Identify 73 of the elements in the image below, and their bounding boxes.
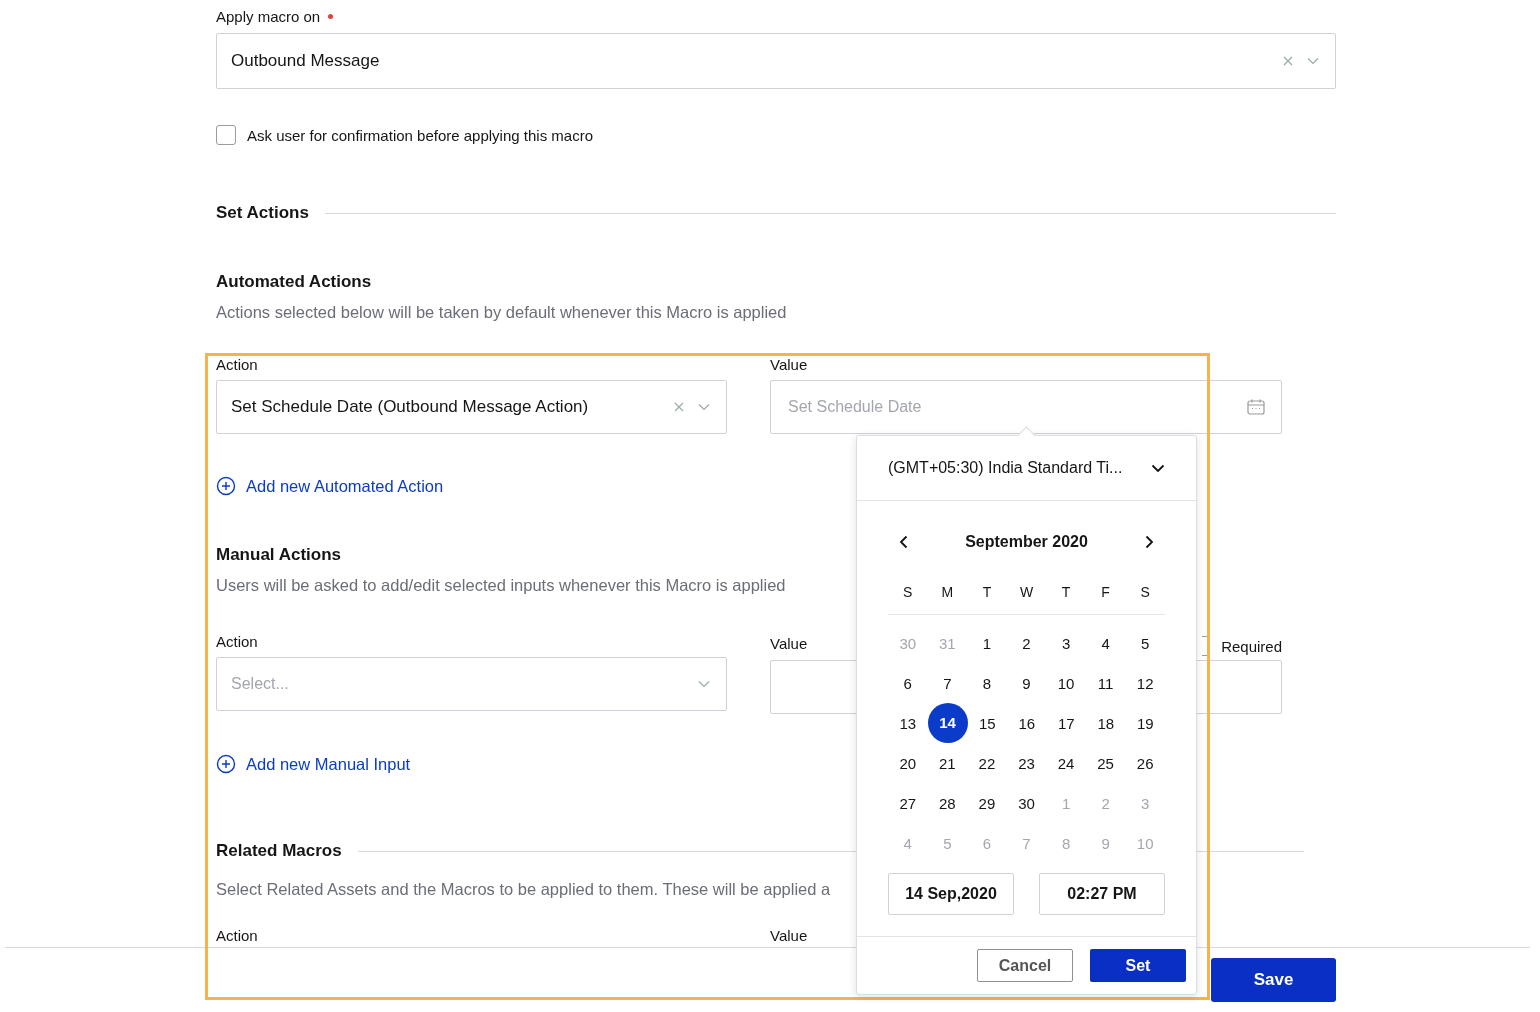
select-field[interactable]: Set Schedule Date (Outbound Message Action) [216,380,727,434]
calendar-day[interactable]: 21 [937,754,958,772]
checkbox-label: Ask user for confirmation before applying this macro [247,126,593,144]
weekday-label: S [1140,584,1150,600]
select-field[interactable]: Outbound Message [216,33,1336,89]
weekday-label: T [1061,584,1071,600]
calendar-day[interactable]: 23 [1016,754,1037,772]
section-heading: Related Macros [216,841,342,861]
calendar-day[interactable]: 7 [937,674,958,692]
chevron-down-icon[interactable] [1151,463,1165,473]
calendar-day[interactable]: 29 [976,794,997,812]
field-label: Action [216,356,259,373]
weekday-label: S [903,584,913,600]
plus-circle-icon[interactable] [216,476,236,496]
plus-circle-icon[interactable] [216,754,236,774]
calendar-day[interactable]: 3 [1056,634,1077,652]
calendar-day[interactable]: 5 [1135,634,1156,652]
calendar-day[interactable]: 12 [1135,674,1156,692]
weekday-label: W [1019,584,1034,600]
calendar-day[interactable]: 27 [897,794,918,812]
section-description: Actions selected below will be taken by default whenever this Macro is applied [216,303,787,322]
field-label: Action [216,927,258,944]
weekday-label: M [941,584,954,600]
calendar-day[interactable]: 1 [976,634,997,652]
section-description: Select Related Assets and the Macros to be applied to them. These will be applied a [216,880,831,899]
section-description: Users will be asked to add/edit selected inputs whenever this Macro is applied [216,576,786,595]
calendar-day[interactable]: 19 [1135,714,1156,732]
timezone-dropdown[interactable]: (GMT+05:30) India Standard Ti... [857,436,1196,501]
calendar-day[interactable]: 13 [897,714,918,732]
calendar-day[interactable]: 10 [1056,674,1077,692]
next-month-icon[interactable] [1145,535,1154,549]
calendar-day[interactable]: 18 [1095,714,1116,732]
add-action-link[interactable]: Add new Automated Action [216,476,444,496]
field-label: Value [770,634,808,652]
clear-icon[interactable] [1283,56,1293,66]
cancel-button[interactable]: Cancel [977,949,1073,982]
weekday-label: T [982,584,992,600]
calendar-day[interactable]: 9 [1016,674,1037,692]
month-title: September 2020 [965,533,1088,551]
weekday-label: F [1101,584,1110,600]
previous-month-icon[interactable] [899,535,908,549]
calendar-day[interactable]: 15 [977,714,998,732]
calendar-day[interactable]: 22 [976,754,997,772]
calendar-day[interactable]: 26 [1135,754,1156,772]
calendar-day[interactable]: 25 [1095,754,1116,772]
time-input[interactable]: 02:27 PM [1039,873,1165,915]
calendar-day[interactable]: 4 [1095,634,1116,652]
date-input[interactable]: 14 Sep,2020 [888,873,1014,915]
calendar-day[interactable]: 20 [897,754,918,772]
calendar-day[interactable]: 30 [1016,794,1037,812]
field-label: Value [770,927,808,944]
calendar-day[interactable]: 24 [1056,754,1077,772]
section-heading: Automated Actions [216,272,372,292]
section-heading: Set Actions [216,203,309,223]
calendar-day[interactable]: 17 [1056,714,1077,732]
save-button[interactable]: Save [1211,958,1336,1002]
set-button[interactable]: Set [1090,949,1186,982]
field-label: Action [216,633,259,650]
calendar-day[interactable]: 14 [927,703,968,743]
section-heading: Manual Actions [216,545,341,565]
calendar-day[interactable]: 6 [897,674,918,692]
add-input-link[interactable]: Add new Manual Input [216,754,411,774]
field-label: Value [770,356,809,373]
calendar-day[interactable]: 8 [976,674,997,692]
calendar-day[interactable]: 2 [1016,634,1037,652]
calendar-icon[interactable] [1247,399,1265,415]
calendar-day[interactable]: 11 [1095,674,1116,692]
calendar-day[interactable]: 16 [1016,714,1037,732]
checkbox[interactable] [216,125,236,145]
calendar-day[interactable]: 28 [937,794,958,812]
clear-icon[interactable] [674,402,684,412]
checkbox-label: Required [1221,637,1282,655]
field-label: Apply macro on [216,7,321,25]
